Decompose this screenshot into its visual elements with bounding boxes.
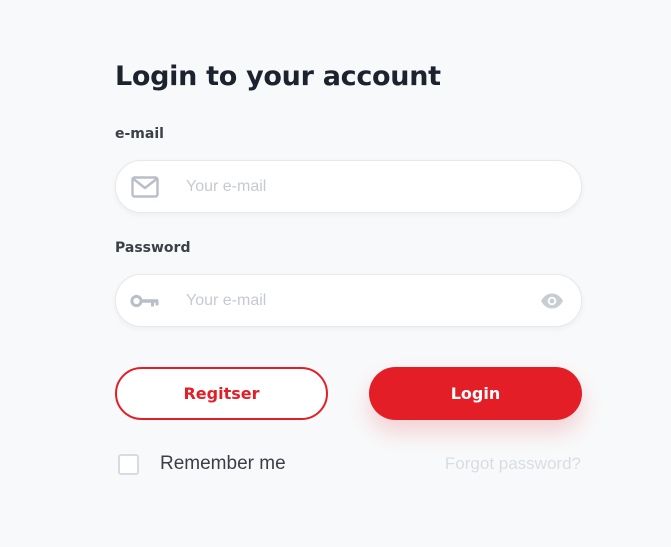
register-button[interactable]: Regitser <box>115 367 328 420</box>
email-label: e-mail <box>115 126 164 142</box>
remember-me-label: Remember me <box>160 453 286 474</box>
password-input[interactable] <box>186 275 516 326</box>
email-field-wrapper[interactable] <box>115 160 582 213</box>
login-button[interactable]: Login <box>369 367 582 420</box>
password-label: Password <box>115 240 191 256</box>
remember-me-checkbox[interactable] <box>118 453 139 475</box>
remember-me-option[interactable]: Remember me <box>115 453 286 475</box>
form-footer: Remember me Forgot password? <box>115 451 582 477</box>
email-input[interactable] <box>186 161 516 212</box>
action-buttons: Regitser Login <box>115 367 582 420</box>
key-icon <box>130 288 160 314</box>
forgot-password-link[interactable]: Forgot password? <box>445 454 581 474</box>
login-panel: Login to your account e-mail Password <box>115 57 582 477</box>
password-field-wrapper[interactable] <box>115 274 582 327</box>
page-title: Login to your account <box>115 61 441 92</box>
mail-icon <box>130 174 160 200</box>
eye-icon[interactable] <box>539 290 565 312</box>
